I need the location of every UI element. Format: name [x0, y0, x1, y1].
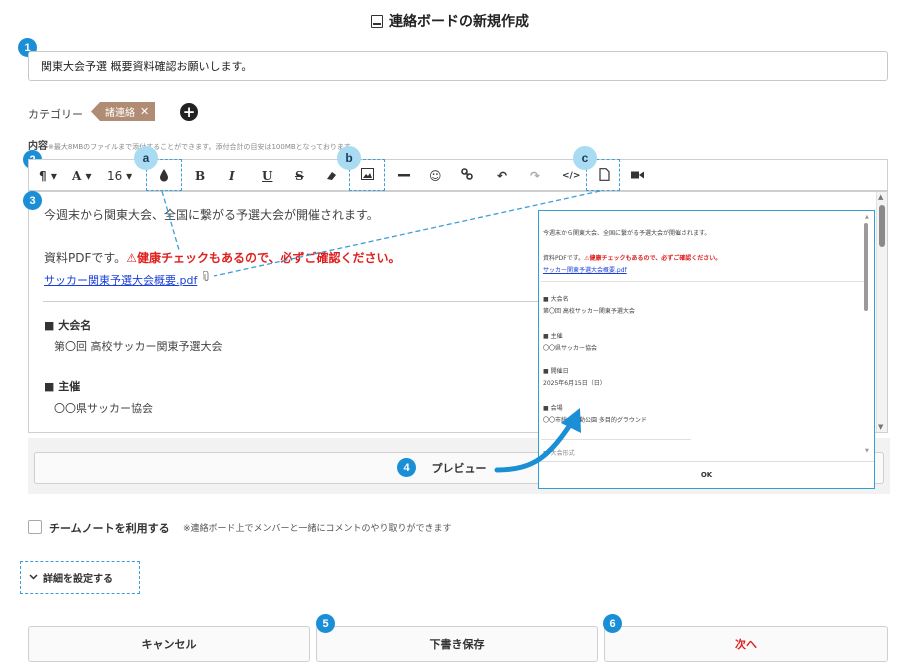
team-note-checkbox[interactable] — [28, 520, 42, 534]
callout-badge-a: a — [134, 146, 158, 170]
paragraph-format-button[interactable]: ¶ ▾ — [39, 168, 57, 184]
next-button[interactable]: 次へ — [604, 626, 888, 662]
preview-section-heading: ■ 大会形式 — [543, 450, 575, 457]
italic-button[interactable]: I — [229, 168, 235, 184]
scroll-up-icon[interactable]: ▲ — [878, 193, 883, 201]
section-heading: ■ 主催 — [44, 380, 81, 393]
bold-button[interactable]: B — [195, 168, 205, 184]
step-badge-4: 4 — [397, 458, 416, 477]
preview-section-heading: ■ 開催日 — [543, 368, 569, 375]
redo-button[interactable]: ↷ — [530, 168, 540, 184]
preview-section-value: 〇〇県サッカー協会 — [543, 345, 598, 352]
attachment-link[interactable]: サッカー関東予選大会概要.pdf — [44, 272, 197, 288]
title-input[interactable]: 関東大会予選 概要資料確認お願いします。 — [28, 51, 888, 81]
paperclip-icon — [202, 270, 210, 285]
link-icon[interactable] — [461, 168, 473, 184]
save-draft-label: 下書き保存 — [429, 638, 485, 651]
divider — [43, 301, 543, 302]
cancel-label: キャンセル — [141, 638, 197, 651]
code-view-button[interactable]: </> — [562, 168, 580, 184]
content-note: ※最大8MBのファイルまで添付することができます。添付合計の目安は100MBとな… — [48, 143, 358, 151]
team-note-hint: ※連絡ボード上でメンバーと一緒にコメントのやり取りができます — [183, 524, 452, 534]
font-button[interactable]: A ▾ — [72, 168, 92, 184]
preview-button-label: プレビュー — [431, 462, 487, 475]
preview-scroll-down-icon[interactable]: ▼ — [865, 448, 869, 454]
preview-popup: 今週末から関東大会、全国に繋がる予選大会が開催されます。 資料PDFです。⚠健康… — [538, 210, 875, 489]
cancel-button[interactable]: キャンセル — [28, 626, 310, 662]
category-tag[interactable]: 諸連絡 ✕ — [91, 102, 156, 121]
next-label: 次へ — [735, 638, 757, 651]
preview-section-heading: ■ 大会名 — [543, 296, 569, 303]
page-title: 連絡ボードの新規作成 — [389, 14, 529, 30]
callout-badge-c: c — [573, 146, 597, 170]
preview-divider — [541, 281, 866, 282]
eraser-icon[interactable] — [325, 168, 337, 186]
section-value: 第〇回 高校サッカー関東予選大会 — [54, 340, 223, 353]
preview-section-heading: ■ 会場 — [543, 405, 563, 412]
scroll-down-icon[interactable]: ▼ — [878, 423, 883, 431]
emoji-icon[interactable]: ☺ — [429, 168, 442, 184]
preview-attachment-link[interactable]: サッカー関東予選大会概要.pdf — [543, 265, 627, 274]
preview-section-value: 第〇回 高校サッカー関東予選大会 — [543, 308, 635, 315]
page-header: 連絡ボードの新規作成 — [0, 0, 900, 42]
detail-settings-label: 詳細を設定する — [43, 574, 113, 585]
preview-line-pdf: 資料PDFです。⚠健康チェックもあるので、必ずご確認ください。 — [543, 253, 721, 262]
detail-settings-toggle[interactable]: 詳細を設定する — [20, 561, 140, 594]
strikethrough-button[interactable]: S — [295, 168, 304, 184]
preview-section-heading: ■ 主催 — [543, 333, 563, 340]
font-size-select[interactable]: 16 ▾ — [107, 168, 132, 184]
preview-pdf-prefix: 資料PDFです。 — [543, 255, 585, 262]
callout-badge-b: b — [337, 146, 361, 170]
editor-line-intro: 今週末から関東大会、全国に繋がる予選大会が開催されます。 — [44, 208, 379, 222]
editor-pdf-prefix: 資料PDFです。 — [44, 251, 127, 265]
step-badge-5: 5 — [316, 614, 335, 633]
close-icon[interactable]: ✕ — [140, 105, 149, 118]
team-note-label[interactable]: チームノートを利用する — [49, 520, 170, 536]
category-label: カテゴリー — [28, 108, 83, 121]
undo-button[interactable]: ↶ — [497, 168, 507, 184]
video-icon[interactable] — [631, 168, 644, 184]
step-badge-3: 3 — [23, 191, 42, 210]
chevron-down-icon — [29, 572, 38, 583]
preview-warning: ⚠健康チェックもあるので、必ずご確認ください。 — [584, 255, 722, 262]
scrollbar-thumb[interactable] — [879, 205, 885, 247]
content-label: 内容※最大8MBのファイルまで添付することができます。添付合計の目安は100MB… — [28, 137, 357, 152]
preview-section-value: 〇〇市総合運動公園 多目的グラウンド — [543, 417, 647, 424]
preview-line-intro: 今週末から関東大会、全国に繋がる予選大会が開催されます。 — [543, 230, 711, 237]
preview-ok-label: OK — [700, 471, 713, 479]
editor-scrollbar[interactable]: ▲ ▼ — [876, 192, 887, 432]
section-heading: ■ 大会名 — [44, 319, 92, 332]
preview-divider — [541, 439, 691, 440]
save-draft-button[interactable]: 下書き保存 — [316, 626, 598, 662]
underline-button[interactable]: U — [262, 168, 272, 184]
preview-ok-button[interactable]: OK — [539, 461, 874, 488]
preview-scroll-up-icon[interactable]: ▲ — [865, 214, 869, 220]
section-value: 〇〇県サッカー協会 — [54, 402, 153, 415]
add-category-button[interactable]: + — [180, 103, 198, 121]
horizontal-rule-icon[interactable] — [398, 168, 410, 186]
category-tag-label: 諸連絡 — [105, 108, 135, 119]
step-badge-6: 6 — [603, 614, 622, 633]
editor-warning-text: ⚠健康チェックもあるので、必ずご確認ください。 — [126, 251, 401, 265]
document-icon — [371, 14, 383, 28]
preview-scrollbar[interactable] — [864, 223, 868, 311]
preview-section-value: 2025年6月15日（日） — [543, 380, 606, 387]
editor-line-pdf: 資料PDFです。⚠健康チェックもあるので、必ずご確認ください。 — [44, 249, 400, 266]
